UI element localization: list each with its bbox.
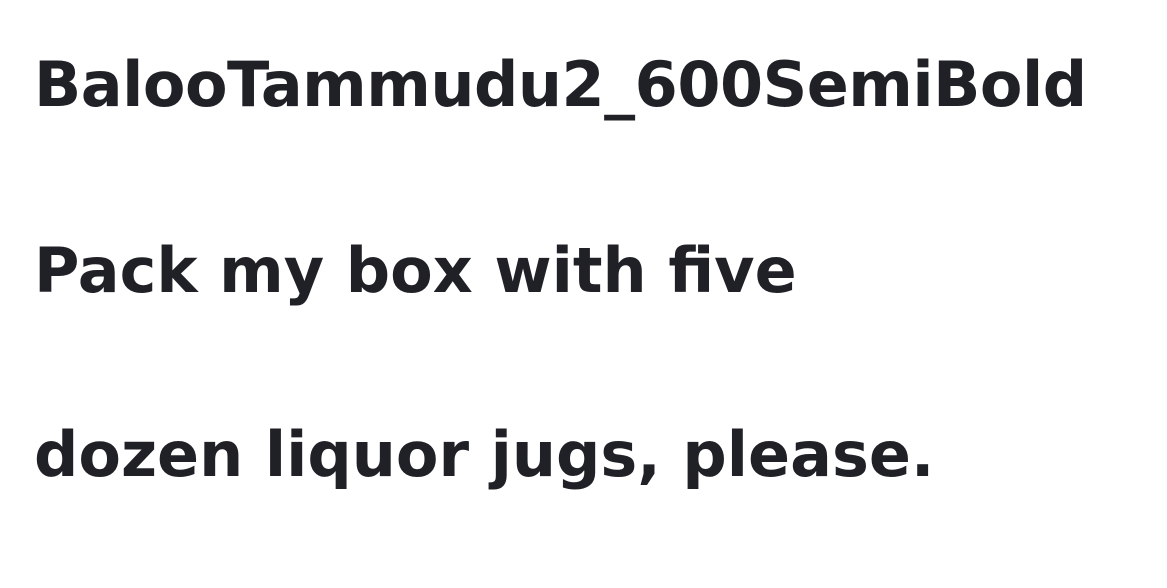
sample-text-line-1: Pack my box with five [34, 234, 797, 307]
font-name-heading: BalooTammudu2_600SemiBold [34, 48, 1087, 121]
sample-text-line-2: dozen liquor jugs, please. [34, 418, 935, 491]
font-sample-card: BalooTammudu2_600SemiBold Pack my box wi… [0, 0, 1167, 588]
